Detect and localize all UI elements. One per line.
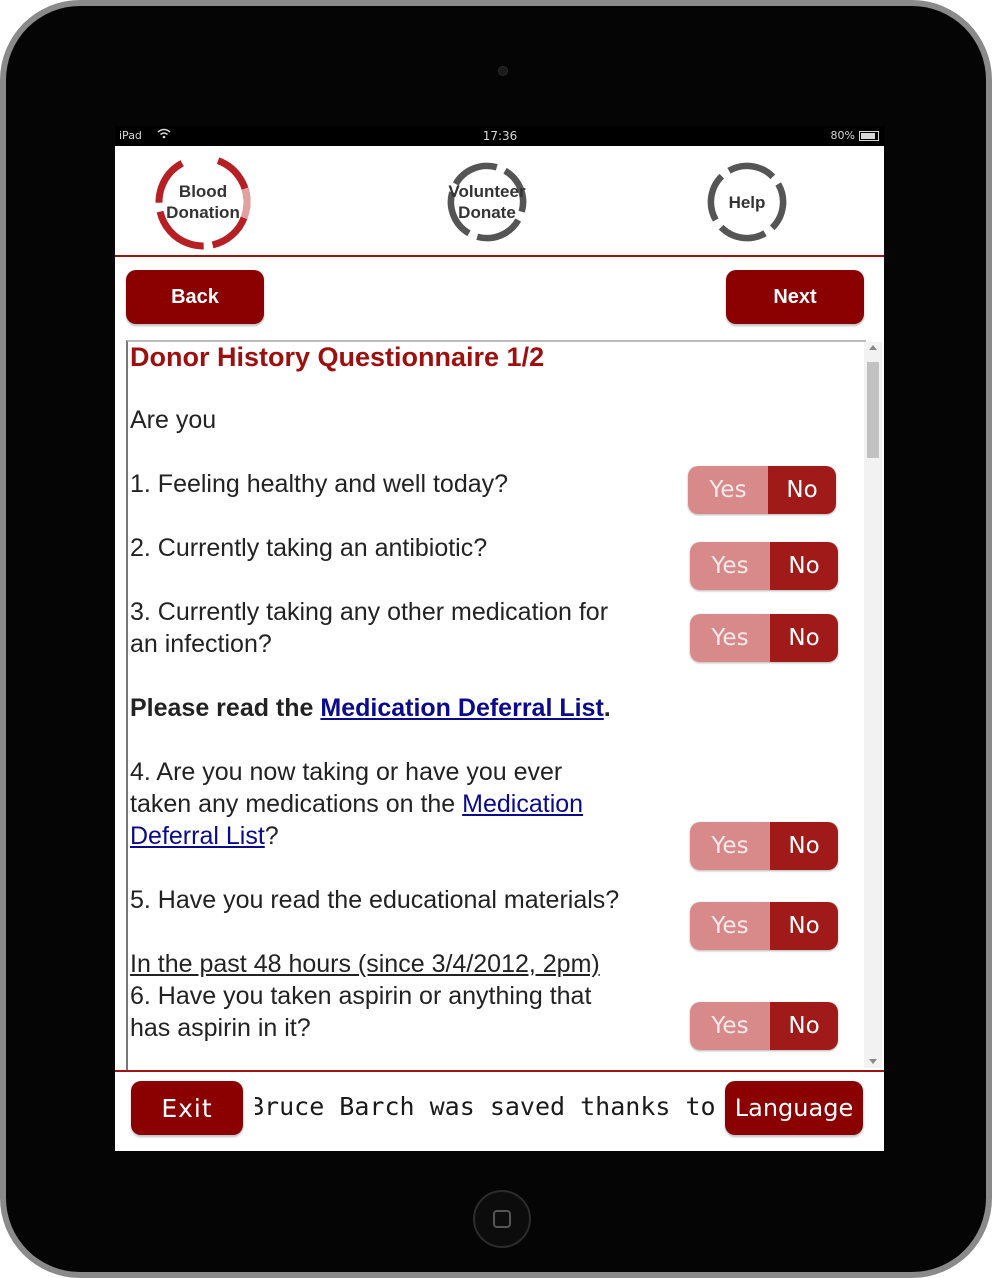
- question-3-no[interactable]: No: [770, 614, 838, 662]
- content-scrollbar[interactable]: [864, 342, 882, 1068]
- question-4-deferral-link-part-2[interactable]: Deferral List: [130, 822, 265, 850]
- question-3-yes[interactable]: Yes: [690, 614, 770, 662]
- page-title: Donor History Questionnaire 1/2: [130, 342, 545, 372]
- question-4-line-2-text: taken any medications on the: [130, 790, 463, 818]
- question-5-no[interactable]: No: [770, 902, 838, 950]
- nav-volunteer-donate[interactable]: Volunteer Donate: [437, 152, 537, 252]
- question-1: 1. Feeling healthy and well today?: [130, 470, 509, 498]
- home-button[interactable]: [473, 1190, 531, 1248]
- question-1-yes[interactable]: Yes: [688, 466, 768, 514]
- questionnaire-panel[interactable]: Donor History Questionnaire 1/2 Are you …: [126, 340, 866, 1070]
- section-48-hours: In the past 48 hours (since 3/4/2012, 2p…: [130, 950, 600, 978]
- question-2-yes[interactable]: Yes: [690, 542, 770, 590]
- app-screen: Blood Donation Volunteer Donate Help Bac…: [115, 146, 884, 1151]
- question-5-yes[interactable]: Yes: [690, 902, 770, 950]
- status-bar: iPad 17:36 80%: [115, 126, 885, 146]
- camera-icon: [498, 66, 508, 76]
- question-4-yes[interactable]: Yes: [690, 822, 770, 870]
- question-6-line-1: 6. Have you taken aspirin or anything th…: [130, 982, 592, 1010]
- footer-divider: [115, 1070, 884, 1072]
- nav-help[interactable]: Help: [697, 152, 797, 252]
- nav-blood-donation-label: Blood Donation: [166, 182, 240, 222]
- question-4-toggle[interactable]: Yes No: [690, 822, 838, 870]
- scroll-down-arrow-icon[interactable]: [869, 1059, 877, 1064]
- news-ticker: Bruce Barch was saved thanks to yo: [255, 1092, 715, 1126]
- intro-text: Are you: [130, 406, 217, 434]
- question-5: 5. Have you read the educational materia…: [130, 886, 620, 914]
- question-4-line-1: 4. Are you now taking or have you ever: [130, 758, 563, 786]
- back-button[interactable]: Back: [126, 270, 264, 324]
- question-6-line-2: has aspirin in it?: [130, 1014, 311, 1042]
- deferral-notice-suffix: .: [603, 694, 611, 722]
- question-2: 2. Currently taking an antibiotic?: [130, 534, 488, 562]
- scroll-thumb[interactable]: [867, 362, 879, 458]
- question-3-line-1: 3. Currently taking any other medication…: [130, 598, 609, 626]
- language-button[interactable]: Language: [725, 1081, 863, 1135]
- question-6-no[interactable]: No: [770, 1002, 838, 1050]
- question-4-no[interactable]: No: [770, 822, 838, 870]
- nav-blood-donation[interactable]: Blood Donation: [153, 152, 253, 252]
- question-1-no[interactable]: No: [768, 466, 836, 514]
- question-3-line-2: an infection?: [130, 630, 272, 658]
- scroll-up-arrow-icon[interactable]: [869, 345, 877, 350]
- deferral-notice: Please read the Medication Deferral List…: [130, 692, 611, 724]
- question-6-yes[interactable]: Yes: [690, 1002, 770, 1050]
- battery-percent: 80%: [830, 129, 855, 142]
- question-6-toggle[interactable]: Yes No: [690, 1002, 838, 1050]
- question-4-deferral-link-part-1[interactable]: Medication: [462, 790, 583, 818]
- question-3-toggle[interactable]: Yes No: [690, 614, 838, 662]
- home-square-icon: [493, 1210, 511, 1228]
- question-4-line-3: Deferral List?: [130, 820, 279, 852]
- question-5-toggle[interactable]: Yes No: [690, 902, 838, 950]
- nav-help-label: Help: [728, 192, 766, 212]
- battery-icon: [859, 131, 879, 141]
- question-2-no[interactable]: No: [770, 542, 838, 590]
- question-4-line-2: taken any medications on the Medication: [130, 788, 583, 820]
- clock: 17:36: [482, 129, 518, 143]
- deferral-notice-prefix: Please read the: [130, 694, 321, 722]
- next-button[interactable]: Next: [726, 270, 864, 324]
- header-divider: [115, 255, 884, 257]
- question-1-toggle[interactable]: Yes No: [688, 466, 836, 514]
- exit-button[interactable]: Exit: [131, 1081, 243, 1135]
- question-4-suffix: ?: [264, 822, 279, 850]
- ticker-text: Bruce Barch was saved thanks to yo: [255, 1092, 715, 1121]
- medication-deferral-list-link[interactable]: Medication Deferral List: [320, 694, 603, 722]
- question-2-toggle[interactable]: Yes No: [690, 542, 838, 590]
- nav-volunteer-donate-label: Volunteer Donate: [448, 182, 526, 222]
